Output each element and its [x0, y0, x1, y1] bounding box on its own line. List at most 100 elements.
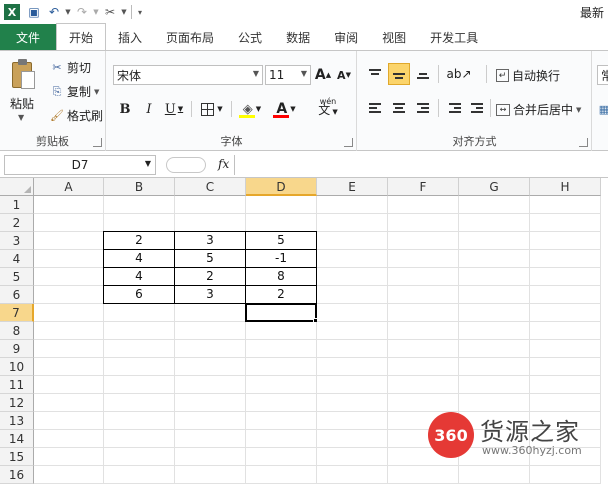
row-header-12[interactable]: 12 [0, 394, 34, 412]
cell-e2[interactable] [317, 214, 388, 232]
cell-b16[interactable] [104, 466, 175, 484]
row-header-13[interactable]: 13 [0, 412, 34, 430]
cell-c1[interactable] [175, 196, 246, 214]
undo-icon[interactable]: ↶ [44, 2, 64, 22]
column-header-h[interactable]: H [530, 178, 601, 196]
cell-h9[interactable] [530, 340, 601, 358]
paste-dropdown-icon[interactable]: ▼ [18, 113, 24, 122]
cell-e7[interactable] [317, 304, 388, 322]
cell-h16[interactable] [530, 466, 601, 484]
fill-color-button[interactable]: ◈ ▼ [237, 99, 267, 119]
cell-a15[interactable] [34, 448, 104, 466]
align-right-button[interactable] [412, 97, 434, 119]
tab-review[interactable]: 审阅 [322, 24, 370, 50]
cell-b11[interactable] [104, 376, 175, 394]
cell-d9[interactable] [246, 340, 317, 358]
cell-d7[interactable] [245, 303, 317, 322]
row-header-14[interactable]: 14 [0, 430, 34, 448]
cell-a7[interactable] [34, 304, 104, 322]
tab-home[interactable]: 开始 [56, 23, 107, 50]
merge-center-button[interactable]: ↔ 合并后居中 ▼ [496, 101, 581, 118]
tools-icon[interactable]: ✂ [100, 2, 120, 22]
row-header-6[interactable]: 6 [0, 286, 34, 304]
row-header-11[interactable]: 11 [0, 376, 34, 394]
cell-h4[interactable] [530, 250, 601, 268]
cell-a12[interactable] [34, 394, 104, 412]
row-header-3[interactable]: 3 [0, 232, 34, 250]
cell-a5[interactable] [34, 268, 104, 286]
cell-d15[interactable] [246, 448, 317, 466]
cell-a10[interactable] [34, 358, 104, 376]
paste-button-label[interactable]: 粘贴 [10, 95, 34, 112]
cell-f3[interactable] [388, 232, 459, 250]
cell-f16[interactable] [388, 466, 459, 484]
cell-e8[interactable] [317, 322, 388, 340]
cell-f6[interactable] [388, 286, 459, 304]
cell-d8[interactable] [246, 322, 317, 340]
row-header-1[interactable]: 1 [0, 196, 34, 214]
cell-c4[interactable]: 5 [174, 249, 246, 268]
column-header-d[interactable]: D [246, 178, 317, 196]
cell-a4[interactable] [34, 250, 104, 268]
cell-e16[interactable] [317, 466, 388, 484]
phonetic-button[interactable]: wén 文 ▼ [311, 97, 345, 117]
cell-d11[interactable] [246, 376, 317, 394]
formula-input[interactable] [234, 155, 608, 175]
grow-font-button[interactable]: A ▲ [313, 65, 333, 85]
cell-b8[interactable] [104, 322, 175, 340]
tools-dropdown-icon[interactable]: ▼ [120, 2, 128, 22]
cell-a16[interactable] [34, 466, 104, 484]
excel-logo-icon[interactable]: X [4, 4, 20, 20]
align-center-button[interactable] [388, 97, 410, 119]
font-color-button[interactable]: A ▼ [271, 99, 301, 119]
cell-g1[interactable] [459, 196, 530, 214]
redo-icon[interactable]: ↷ [72, 2, 92, 22]
cell-h10[interactable] [530, 358, 601, 376]
cell-d10[interactable] [246, 358, 317, 376]
cell-h3[interactable] [530, 232, 601, 250]
cell-b9[interactable] [104, 340, 175, 358]
save-icon[interactable]: ▣ [24, 2, 44, 22]
cell-g10[interactable] [459, 358, 530, 376]
row-header-5[interactable]: 5 [0, 268, 34, 286]
row-header-8[interactable]: 8 [0, 322, 34, 340]
cell-e12[interactable] [317, 394, 388, 412]
row-header-16[interactable]: 16 [0, 466, 34, 484]
cell-g4[interactable] [459, 250, 530, 268]
cell-e1[interactable] [317, 196, 388, 214]
row-header-15[interactable]: 15 [0, 448, 34, 466]
column-header-g[interactable]: G [459, 178, 530, 196]
format-painter-button[interactable]: 🖌 格式刷 [50, 107, 103, 124]
cell-c6[interactable]: 3 [174, 285, 246, 304]
cell-c3[interactable]: 3 [174, 231, 246, 250]
cell-e5[interactable] [317, 268, 388, 286]
currency-format-icon[interactable]: ▦ [597, 99, 608, 119]
cell-a6[interactable] [34, 286, 104, 304]
font-dialog-launcher[interactable] [344, 138, 353, 147]
cell-h7[interactable] [530, 304, 601, 322]
cell-g2[interactable] [459, 214, 530, 232]
cell-f9[interactable] [388, 340, 459, 358]
cell-b15[interactable] [104, 448, 175, 466]
cell-b13[interactable] [104, 412, 175, 430]
copy-dropdown-icon[interactable]: ▼ [94, 88, 99, 96]
cell-c10[interactable] [175, 358, 246, 376]
cell-b6[interactable]: 6 [103, 285, 175, 304]
insert-function-icon[interactable]: fx [218, 157, 229, 171]
wrap-text-button[interactable]: ↵ 自动换行 [496, 67, 560, 84]
cut-button[interactable]: ✂ 剪切 [50, 59, 91, 76]
cell-f8[interactable] [388, 322, 459, 340]
row-header-4[interactable]: 4 [0, 250, 34, 268]
column-header-a[interactable]: A [34, 178, 104, 196]
cell-d16[interactable] [246, 466, 317, 484]
cell-a2[interactable] [34, 214, 104, 232]
cell-b12[interactable] [104, 394, 175, 412]
italic-button[interactable]: I [139, 99, 159, 119]
cell-h11[interactable] [530, 376, 601, 394]
cell-d1[interactable] [246, 196, 317, 214]
cell-b10[interactable] [104, 358, 175, 376]
cell-c16[interactable] [175, 466, 246, 484]
cell-f10[interactable] [388, 358, 459, 376]
cell-f2[interactable] [388, 214, 459, 232]
orientation-button[interactable]: ab↗ [444, 63, 474, 85]
